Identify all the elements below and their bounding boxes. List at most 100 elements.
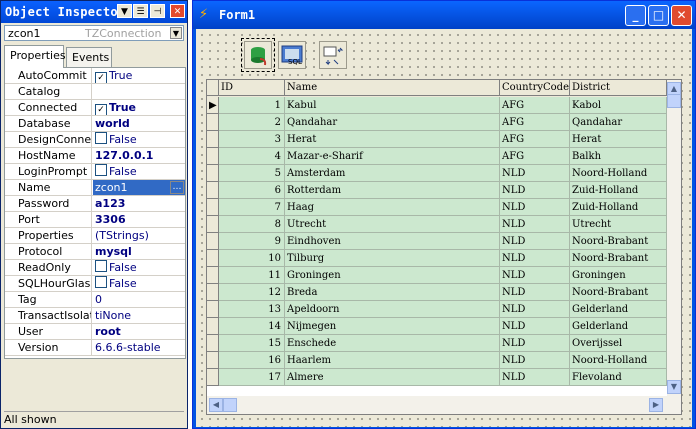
- table-cell[interactable]: Haarlem: [285, 352, 500, 369]
- table-cell[interactable]: NLD: [500, 250, 570, 267]
- property-row[interactable]: Database world: [5, 116, 185, 132]
- property-value[interactable]: 6.6.6-stable: [93, 340, 185, 355]
- table-cell[interactable]: AFG: [500, 97, 570, 114]
- property-value[interactable]: False: [93, 132, 185, 147]
- property-value[interactable]: ✓ True: [93, 68, 185, 83]
- table-cell[interactable]: NLD: [500, 301, 570, 318]
- zquery-component-icon[interactable]: SQL: [278, 41, 306, 69]
- table-cell[interactable]: Haag: [285, 199, 500, 216]
- table-cell[interactable]: Eindhoven: [285, 233, 500, 250]
- table-cell[interactable]: Overijssel: [570, 335, 667, 352]
- property-row[interactable]: LoginPrompt False: [5, 164, 185, 180]
- table-cell[interactable]: Utrecht: [285, 216, 500, 233]
- table-cell[interactable]: NLD: [500, 352, 570, 369]
- checkbox-unchecked-icon[interactable]: [95, 276, 107, 288]
- property-row[interactable]: TransactIsolationtiNone: [5, 308, 185, 324]
- table-cell[interactable]: NLD: [500, 369, 570, 386]
- table-cell[interactable]: 14: [219, 318, 285, 335]
- property-value[interactable]: world: [93, 116, 185, 131]
- datasource-component-icon[interactable]: [319, 41, 347, 69]
- zconnection-component-icon[interactable]: [241, 38, 275, 72]
- table-row[interactable]: 11 Groningen NLD Groningen: [207, 267, 667, 284]
- scroll-right-icon[interactable]: ▶: [649, 398, 663, 412]
- table-cell[interactable]: Herat: [285, 131, 500, 148]
- table-cell[interactable]: AFG: [500, 148, 570, 165]
- table-cell[interactable]: 13: [219, 301, 285, 318]
- table-cell[interactable]: 16: [219, 352, 285, 369]
- property-value[interactable]: root: [93, 324, 185, 339]
- table-cell[interactable]: 9: [219, 233, 285, 250]
- table-cell[interactable]: NLD: [500, 267, 570, 284]
- table-row[interactable]: ▶ 1 Kabul AFG Kabol: [207, 97, 667, 114]
- checkbox-unchecked-icon[interactable]: [95, 164, 107, 176]
- table-row[interactable]: 3 Herat AFG Herat: [207, 131, 667, 148]
- table-cell[interactable]: 10: [219, 250, 285, 267]
- property-row[interactable]: Catalog: [5, 84, 185, 100]
- table-cell[interactable]: Groningen: [285, 267, 500, 284]
- table-row[interactable]: 15 Enschede NLD Overijssel: [207, 335, 667, 352]
- close-icon[interactable]: ✕: [170, 4, 185, 18]
- table-cell[interactable]: NLD: [500, 284, 570, 301]
- column-header[interactable]: CountryCode: [500, 80, 570, 96]
- table-row[interactable]: 6 Rotterdam NLD Zuid-Holland: [207, 182, 667, 199]
- property-row[interactable]: Password a123: [5, 196, 185, 212]
- table-cell[interactable]: Noord-Brabant: [570, 250, 667, 267]
- table-row[interactable]: 13 Apeldoorn NLD Gelderland: [207, 301, 667, 318]
- table-cell[interactable]: 17: [219, 369, 285, 386]
- property-row[interactable]: Protocol mysql: [5, 244, 185, 260]
- property-value[interactable]: [93, 84, 185, 99]
- property-value[interactable]: 3306: [93, 212, 185, 227]
- table-row[interactable]: 5 Amsterdam NLD Noord-Holland: [207, 165, 667, 182]
- table-row[interactable]: 8 Utrecht NLD Utrecht: [207, 216, 667, 233]
- table-cell[interactable]: Qandahar: [285, 114, 500, 131]
- checkbox-unchecked-icon[interactable]: [95, 260, 107, 272]
- table-cell[interactable]: Apeldoorn: [285, 301, 500, 318]
- close-button[interactable]: ✕: [671, 5, 692, 26]
- column-header[interactable]: ID: [219, 80, 285, 96]
- table-cell[interactable]: 1: [219, 97, 285, 114]
- toggle-icon[interactable]: ☰: [133, 4, 148, 18]
- table-cell[interactable]: Noord-Brabant: [570, 284, 667, 301]
- column-header[interactable]: District: [570, 80, 667, 96]
- tab-properties[interactable]: Properties: [4, 45, 66, 68]
- table-row[interactable]: 2 Qandahar AFG Qandahar: [207, 114, 667, 131]
- minimize-button[interactable]: _: [625, 5, 646, 26]
- table-cell[interactable]: Noord-Brabant: [570, 233, 667, 250]
- dbgrid[interactable]: ID Name CountryCode District ▶ 1 Kabul AFG Kabo…: [206, 79, 682, 415]
- hscroll-thumb[interactable]: [223, 398, 237, 412]
- table-cell[interactable]: Amsterdam: [285, 165, 500, 182]
- table-cell[interactable]: 7: [219, 199, 285, 216]
- property-value[interactable]: 127.0.0.1: [93, 148, 185, 163]
- property-row[interactable]: DesignConnect False: [5, 132, 185, 148]
- table-cell[interactable]: Enschede: [285, 335, 500, 352]
- scroll-left-icon[interactable]: ◀: [209, 398, 223, 412]
- property-value[interactable]: (TStrings): [93, 228, 185, 243]
- table-row[interactable]: 12 Breda NLD Noord-Brabant: [207, 284, 667, 301]
- table-cell[interactable]: Zuid-Holland: [570, 182, 667, 199]
- property-row[interactable]: SQLHourGlass False: [5, 276, 185, 292]
- property-row[interactable]: AutoCommit ✓ True: [5, 68, 185, 84]
- table-cell[interactable]: Tilburg: [285, 250, 500, 267]
- table-cell[interactable]: NLD: [500, 165, 570, 182]
- table-cell[interactable]: Kabol: [570, 97, 667, 114]
- table-cell[interactable]: Noord-Holland: [570, 352, 667, 369]
- table-cell[interactable]: Mazar-e-Sharif: [285, 148, 500, 165]
- table-cell[interactable]: NLD: [500, 318, 570, 335]
- table-cell[interactable]: 2: [219, 114, 285, 131]
- property-row[interactable]: Port 3306: [5, 212, 185, 228]
- property-row[interactable]: ReadOnly False: [5, 260, 185, 276]
- property-row[interactable]: User root: [5, 324, 185, 340]
- table-cell[interactable]: Gelderland: [570, 318, 667, 335]
- table-cell[interactable]: Flevoland: [570, 369, 667, 386]
- table-cell[interactable]: Almere: [285, 369, 500, 386]
- table-row[interactable]: 16 Haarlem NLD Noord-Holland: [207, 352, 667, 369]
- table-cell[interactable]: AFG: [500, 131, 570, 148]
- table-cell[interactable]: 12: [219, 284, 285, 301]
- table-cell[interactable]: Breda: [285, 284, 500, 301]
- property-value[interactable]: a123: [93, 196, 185, 211]
- table-cell[interactable]: 4: [219, 148, 285, 165]
- table-cell[interactable]: Rotterdam: [285, 182, 500, 199]
- object-inspector-titlebar[interactable]: Object Inspector ▼ ☰ ⊣ ✕: [1, 1, 187, 23]
- property-value[interactable]: 0: [93, 292, 185, 307]
- property-row[interactable]: HostName 127.0.0.1: [5, 148, 185, 164]
